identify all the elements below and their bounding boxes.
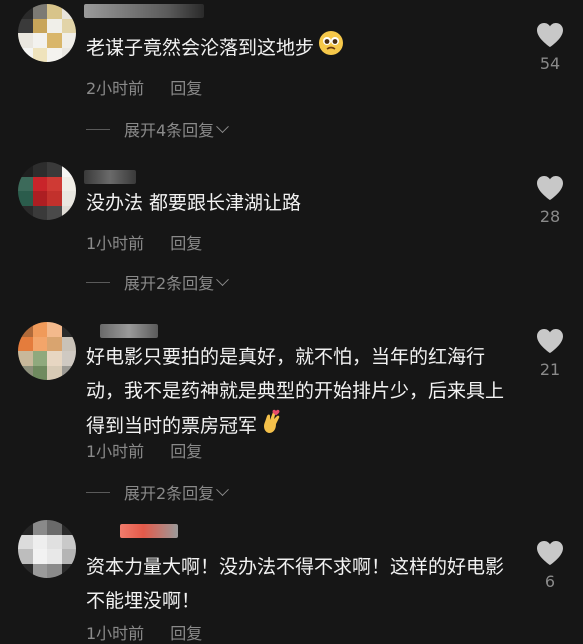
comment-text: 老谋子竟然会沦落到这地步	[86, 30, 516, 67]
like-button[interactable]: 28	[530, 175, 570, 226]
chevron-down-icon	[216, 482, 230, 496]
comment-meta: 1小时前 回复	[86, 230, 202, 254]
comment-text: 好电影只要拍的是真好，就不怕，当年的红海行动，我不是药神就是典型的开始排片少，后…	[86, 340, 516, 445]
reply-button[interactable]: 回复	[170, 438, 202, 462]
like-count: 28	[539, 207, 561, 226]
chevron-down-icon	[216, 272, 230, 286]
heart-icon	[537, 541, 563, 565]
comment-item: 资本力量大啊！没办法不得不求啊！这样的好电影不能埋没啊！ 1小时前 回复 6	[0, 510, 583, 643]
expand-replies-button[interactable]: 展开2条回复	[86, 270, 230, 294]
timestamp: 2小时前	[86, 79, 145, 98]
heart-icon	[537, 329, 563, 353]
expand-replies-label: 展开4条回复	[124, 121, 215, 140]
avatar[interactable]	[18, 162, 76, 220]
avatar[interactable]	[18, 4, 76, 62]
divider-line	[86, 128, 110, 130]
expand-replies-label: 展开2条回复	[124, 484, 215, 503]
comment-item: 没办法 都要跟长津湖让路 1小时前 回复 展开2条回复 28	[0, 150, 583, 300]
divider-line	[86, 491, 110, 493]
comment-meta: 2小时前 回复	[86, 75, 202, 99]
expand-replies-button[interactable]: 展开4条回复	[86, 117, 230, 141]
pleading-face-emoji	[318, 30, 344, 67]
reply-button[interactable]: 回复	[170, 230, 202, 254]
username-blurred[interactable]	[84, 170, 136, 184]
username-blurred[interactable]	[120, 524, 178, 538]
like-button[interactable]: 6	[530, 540, 570, 591]
reply-button[interactable]: 回复	[170, 620, 202, 644]
timestamp: 1小时前	[86, 442, 145, 461]
username-blurred[interactable]	[100, 324, 158, 338]
finger-heart-emoji	[261, 408, 283, 445]
like-button[interactable]: 21	[530, 328, 570, 379]
expand-replies-button[interactable]: 展开2条回复	[86, 480, 230, 504]
comment-item: 老谋子竟然会沦落到这地步 2小时前 回复 展开4条回复 54	[0, 0, 583, 150]
like-count: 54	[539, 54, 561, 73]
like-count: 6	[544, 572, 556, 591]
heart-icon	[537, 176, 563, 200]
divider-line	[86, 281, 110, 283]
username-blurred[interactable]	[84, 4, 204, 18]
comment-item: 好电影只要拍的是真好，就不怕，当年的红海行动，我不是药神就是典型的开始排片少，后…	[0, 300, 583, 510]
expand-replies-label: 展开2条回复	[124, 274, 215, 293]
timestamp: 1小时前	[86, 624, 145, 643]
comment-text: 资本力量大啊！没办法不得不求啊！这样的好电影不能埋没啊！	[86, 556, 505, 612]
chevron-down-icon	[216, 119, 230, 133]
timestamp: 1小时前	[86, 234, 145, 253]
comment-meta: 1小时前 回复	[86, 620, 202, 644]
heart-icon	[537, 23, 563, 47]
like-count: 21	[539, 360, 561, 379]
avatar[interactable]	[18, 322, 76, 380]
comment-text: 没办法 都要跟长津湖让路	[86, 192, 302, 214]
avatar[interactable]	[18, 520, 76, 578]
comment-meta: 1小时前 回复	[86, 438, 202, 462]
reply-button[interactable]: 回复	[170, 75, 202, 99]
like-button[interactable]: 54	[530, 22, 570, 73]
